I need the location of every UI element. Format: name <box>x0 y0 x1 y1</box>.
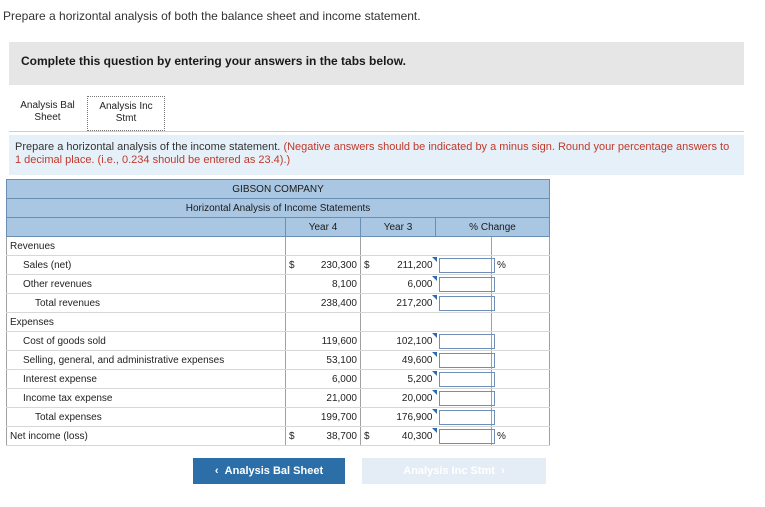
instruction-text: Prepare a horizontal analysis of the inc… <box>15 141 281 153</box>
table-row: Selling, general, and administrative exp… <box>6 350 551 370</box>
pct-change-input[interactable] <box>438 276 495 292</box>
chevron-right-icon: › <box>501 465 505 477</box>
table-row: Revenues <box>6 236 551 256</box>
next-tab-button[interactable]: Analysis Inc Stmt › <box>362 458 546 484</box>
pct-change-cell <box>435 255 495 275</box>
instructions-banner: Complete this question by entering your … <box>9 42 744 85</box>
year4-value: 238,400 <box>285 293 361 313</box>
table-row: Cost of goods sold 119,600 102,100 <box>6 331 551 351</box>
year4-value: 230,300 <box>320 259 357 271</box>
pct-change-input[interactable] <box>438 295 495 311</box>
table-row: Total revenues 238,400 217,200 <box>6 293 551 313</box>
row-label: Other revenues <box>6 274 286 294</box>
pct-change-input[interactable] <box>438 371 495 387</box>
currency-symbol: $ <box>364 430 370 442</box>
pct-change-cell <box>435 274 495 294</box>
percent-sign: % <box>497 430 506 442</box>
income-statement-table: GIBSON COMPANY Horizontal Analysis of In… <box>5 179 551 446</box>
pct-change-cell <box>435 426 495 446</box>
tab-label-line1: Analysis Inc <box>99 101 153 112</box>
row-label: Cost of goods sold <box>6 331 286 351</box>
year3-value: 49,600 <box>401 354 433 366</box>
pct-change-input[interactable] <box>438 428 495 444</box>
pct-change-input[interactable] <box>438 257 495 273</box>
pct-change-input[interactable] <box>438 352 495 368</box>
pct-change-cell <box>435 388 495 408</box>
year3-value: 217,200 <box>396 297 433 309</box>
pct-change-input[interactable] <box>438 409 495 425</box>
table-row: Income tax expense 21,000 20,000 <box>6 388 551 408</box>
row-label: Sales (net) <box>6 255 286 275</box>
year3-value: 20,000 <box>401 392 433 404</box>
year3-value: 211,200 <box>397 259 433 271</box>
row-label: Total expenses <box>6 407 286 427</box>
currency-symbol: $ <box>289 430 295 442</box>
table-row: Total expenses 199,700 176,900 <box>6 407 551 427</box>
table-row: Interest expense 6,000 5,200 <box>6 369 551 389</box>
next-button-label: Analysis Inc Stmt <box>403 465 495 477</box>
year4-value: 8,100 <box>285 274 361 294</box>
percent-sign: % <box>497 259 506 271</box>
row-label: Revenues <box>6 236 286 256</box>
table-row: Expenses <box>6 312 551 332</box>
statement-title: Horizontal Analysis of Income Statements <box>5 198 551 218</box>
year3-value: 5,200 <box>407 373 433 385</box>
year3-value: 6,000 <box>407 278 433 290</box>
header-blank <box>6 217 286 237</box>
col-change-header: % Change <box>434 217 551 237</box>
tab-analysis-inc-stmt[interactable]: Analysis Inc Stmt <box>87 96 165 131</box>
year4-value: 119,600 <box>285 331 361 351</box>
col-year3-header: Year 3 <box>360 217 436 237</box>
pct-change-input[interactable] <box>438 333 495 349</box>
year3-value: 176,900 <box>396 411 433 423</box>
row-label: Total revenues <box>6 293 286 313</box>
tab-analysis-bal-sheet[interactable]: Analysis Bal Sheet <box>9 96 86 131</box>
company-name: GIBSON COMPANY <box>5 179 551 199</box>
currency-symbol: $ <box>364 259 370 271</box>
tab-label-line2: Sheet <box>34 112 61 123</box>
tab-label-line1: Analysis Bal <box>20 100 75 111</box>
flag-marker <box>431 352 437 357</box>
table-row: Sales (net) $230,300 $211,200 % <box>6 255 551 275</box>
flag-marker <box>431 333 437 338</box>
year4-value: 199,700 <box>285 407 361 427</box>
flag-marker <box>431 390 437 395</box>
pct-change-cell <box>435 407 495 427</box>
year4-value: 38,700 <box>326 430 357 442</box>
row-label: Interest expense <box>6 369 286 389</box>
tab-label-line2: Stmt <box>115 113 137 124</box>
col-year4-header: Year 4 <box>285 217 361 237</box>
pct-change-input[interactable] <box>438 390 495 406</box>
pct-change-cell <box>435 331 495 351</box>
row-label: Expenses <box>6 312 286 332</box>
year4-value: 53,100 <box>285 350 361 370</box>
pct-change-cell <box>435 293 495 313</box>
flag-marker <box>431 276 437 281</box>
row-label: Income tax expense <box>6 388 286 408</box>
tab-divider <box>9 131 744 132</box>
year3-value: 102,100 <box>396 335 433 347</box>
table-row: Other revenues 8,100 6,000 <box>6 274 551 294</box>
question-prompt: Prepare a horizontal analysis of both th… <box>3 9 421 23</box>
year4-value: 21,000 <box>285 388 361 408</box>
table-row: Net income (loss) $38,700 $40,300 % <box>6 426 551 446</box>
pct-change-cell <box>435 350 495 370</box>
flag-marker <box>431 428 437 433</box>
year3-value: 40,300 <box>401 430 433 442</box>
instruction-box: Prepare a horizontal analysis of the inc… <box>9 135 744 175</box>
flag-marker <box>431 257 437 262</box>
year4-value: 6,000 <box>285 369 361 389</box>
pct-change-cell <box>435 369 495 389</box>
prev-button-label: Analysis Bal Sheet <box>224 465 324 477</box>
flag-marker <box>431 295 437 300</box>
flag-marker <box>431 371 437 376</box>
banner-text: Complete this question by entering your … <box>21 54 406 68</box>
flag-marker <box>431 409 437 414</box>
row-label: Net income (loss) <box>6 426 286 446</box>
currency-symbol: $ <box>289 259 295 271</box>
row-label: Selling, general, and administrative exp… <box>6 350 286 370</box>
prev-tab-button[interactable]: ‹ Analysis Bal Sheet <box>193 458 345 484</box>
chevron-left-icon: ‹ <box>214 465 219 477</box>
